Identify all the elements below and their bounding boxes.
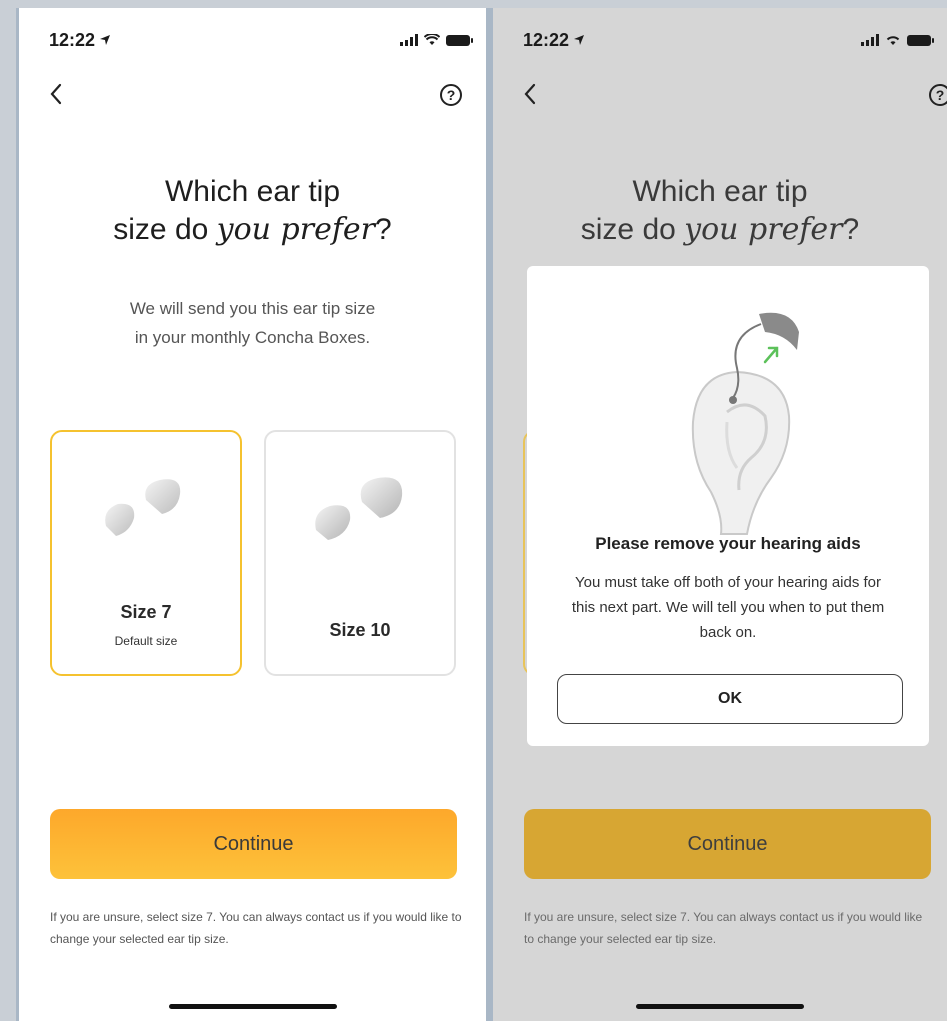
help-button[interactable]: ? [440,84,462,106]
wifi-icon [886,36,900,45]
title-line-2: size do you prefer? [19,211,486,249]
ear-tips-image [105,479,181,536]
status-bar: 12:22 [49,28,473,52]
title-italic: you prefer [684,212,843,247]
footnote-text: If you are unsure, select size 7. You ca… [50,910,462,946]
back-button[interactable] [523,80,547,108]
ear-tips-image [315,477,403,540]
signal-icon [400,34,418,46]
status-bar: 12:22 [523,28,934,52]
size-option-sublabel: Default size [114,634,178,648]
help-button[interactable]: ? [929,84,947,106]
continue-button[interactable]: Continue [50,809,457,879]
back-button[interactable] [49,80,73,108]
location-arrow-icon [574,35,585,45]
home-indicator[interactable] [636,1004,804,1009]
wifi-icon [424,34,440,45]
modal-title: Please remove your hearing aids [595,534,861,553]
status-icons [861,34,934,46]
status-icons [400,34,473,46]
title-plain: size do [113,213,217,246]
back-chevron-icon [524,83,536,105]
status-time: 12:22 [49,30,111,51]
page-title: Which ear tip size do you prefer? [19,173,486,249]
title-end: ? [842,213,860,246]
help-icon: ? [935,87,945,103]
size-option-label: Size 7 [120,602,172,622]
size-option-card-7[interactable]: Size 7 Default size [50,430,242,676]
modal-body-text: You must take off both of your hearing a… [571,574,885,641]
ear-with-hearing-aid-icon [691,312,799,535]
footnote-text: If you are unsure, select size 7. You ca… [524,910,923,946]
continue-button[interactable]: Continue [524,809,931,879]
title-line-2: size do you prefer? [493,211,947,249]
title-end: ? [375,213,392,246]
location-arrow-icon [100,35,111,45]
phone-screen-with-modal: 12:22 ? Which ear tip size do you prefer… [493,8,947,1021]
back-chevron-icon [50,83,62,105]
subtitle-line-1: We will send you this ear tip size [129,299,376,318]
size-option-card-10[interactable]: Size 10 [264,430,456,676]
title-line-1: Which ear tip [632,175,808,208]
home-indicator[interactable] [168,1004,337,1009]
status-time: 12:22 [523,30,585,51]
remove-hearing-aids-modal: Please remove your hearing aids You must… [527,266,929,746]
status-time-text: 12:22 [49,29,96,50]
battery-icon [907,34,934,46]
signal-icon [861,34,879,46]
ok-button[interactable]: OK [557,674,903,724]
subtitle-line-2: in your monthly Concha Boxes. [134,328,371,347]
title-plain: size do [580,213,685,246]
screenshot-pair: 12:22 ? Which ear tip size do you prefer… [0,0,947,1021]
page-title: Which ear tip size do you prefer? [493,173,947,249]
phone-screen-ear-tip-selection: 12:22 ? Which ear tip size do you prefer… [16,8,494,1021]
title-line-1: Which ear tip [164,175,341,208]
page-subtitle: We will send you this ear tip size in yo… [59,294,446,352]
help-icon: ? [446,87,456,103]
title-italic: you prefer [216,212,376,247]
size-option-label: Size 10 [329,620,391,640]
status-time-text: 12:22 [523,29,570,50]
battery-icon [446,34,473,46]
